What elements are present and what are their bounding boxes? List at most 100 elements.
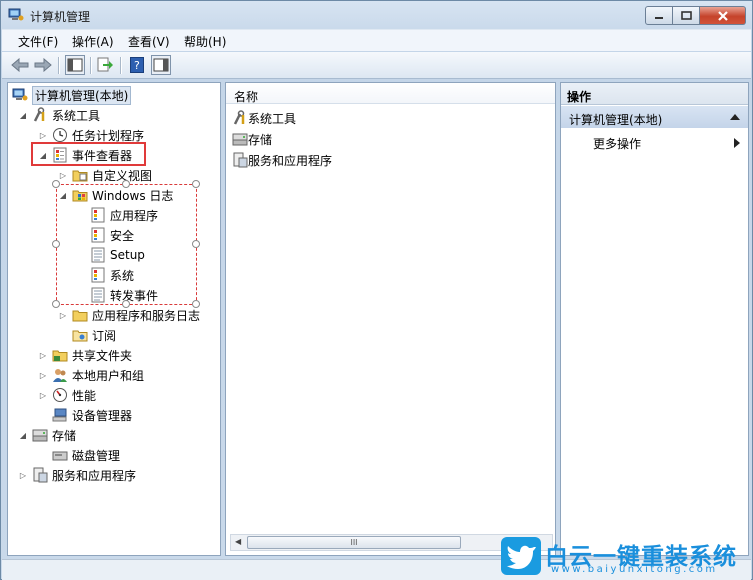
expand-arrow-icon[interactable]: ▷ — [58, 310, 68, 320]
help-icon: ? — [130, 57, 144, 73]
tree-shared-folders[interactable]: 共享文件夹 — [52, 346, 132, 364]
collapse-arrow-icon[interactable]: ◢ — [18, 110, 28, 120]
tree-system-tools-label: 系统工具 — [52, 108, 101, 123]
scrollbar-thumb[interactable]: III — [247, 536, 461, 549]
menu-file[interactable]: 文件(F) — [18, 33, 58, 50]
actions-header-label: 操作 — [567, 90, 592, 104]
tree-subscriptions-label: 订阅 — [92, 328, 117, 343]
resize-handle — [122, 300, 130, 308]
menu-bar: 文件(F) 操作(A) 查看(V) 帮助(H) — [2, 29, 751, 51]
action-pane-icon — [153, 58, 169, 72]
tree-device-manager[interactable]: 设备管理器 — [52, 406, 132, 424]
clock-icon — [52, 127, 68, 143]
window-title: 计算机管理 — [30, 10, 91, 24]
expand-arrow-icon[interactable]: ▷ — [38, 370, 48, 380]
menu-view[interactable]: 查看(V) — [128, 33, 170, 50]
tree-root[interactable]: 计算机管理(本地) — [12, 85, 132, 105]
export-list-button[interactable] — [95, 55, 115, 75]
collapse-arrow-icon[interactable]: ◢ — [18, 430, 28, 440]
folder-icon — [72, 167, 88, 183]
services-apps-icon — [232, 152, 248, 168]
back-arrow-icon — [11, 58, 29, 72]
close-button[interactable] — [700, 6, 746, 25]
windows-logs-selection-box — [56, 184, 197, 305]
list-item[interactable]: 存储 — [232, 130, 272, 148]
shared-folder-icon — [52, 347, 68, 363]
maximize-button[interactable] — [673, 6, 700, 25]
expand-arrow-icon[interactable]: ▷ — [38, 390, 48, 400]
actions-pane: 操作 计算机管理(本地) 更多操作 — [560, 82, 749, 556]
system-tools-icon — [32, 107, 48, 123]
users-icon — [52, 367, 68, 383]
scroll-left-icon[interactable]: ◀ — [235, 537, 241, 546]
help-button[interactable]: ? — [127, 55, 147, 75]
tree-shared-folders-label: 共享文件夹 — [72, 348, 133, 363]
expand-arrow-icon[interactable]: ▷ — [38, 350, 48, 360]
console-tree: 计算机管理(本地) ◢ 系统工具 ▷ 任务计划程序 ◢ 事件查看器 ▷ 自定义视… — [7, 82, 221, 556]
disk-management-icon — [52, 447, 68, 463]
computer-management-icon — [12, 87, 28, 103]
expand-arrow-icon[interactable]: ▷ — [58, 170, 68, 180]
back-button[interactable] — [10, 55, 30, 75]
list-item-label: 系统工具 — [248, 111, 297, 126]
device-manager-icon — [52, 407, 68, 423]
minimize-button[interactable] — [645, 6, 673, 25]
tree-app-service-logs[interactable]: 应用程序和服务日志 — [72, 306, 200, 324]
actions-section[interactable]: 计算机管理(本地) — [561, 106, 748, 128]
actions-section-label: 计算机管理(本地) — [569, 113, 663, 127]
tree-system-tools[interactable]: 系统工具 — [32, 106, 100, 124]
title-bar[interactable]: 计算机管理 — [1, 1, 752, 29]
show-hide-tree-button[interactable] — [65, 55, 85, 75]
tree-subscriptions[interactable]: 订阅 — [72, 326, 116, 344]
tree-storage[interactable]: 存储 — [32, 426, 76, 444]
expand-arrow-icon[interactable]: ▷ — [18, 470, 28, 480]
list-item-label: 存储 — [248, 132, 273, 147]
watermark-logo: 白云一键重装系统 www.baiyunxitong.com — [501, 535, 751, 579]
tree-root-label: 计算机管理(本地) — [32, 85, 132, 105]
submenu-arrow-icon[interactable] — [734, 138, 740, 148]
storage-icon — [32, 427, 48, 443]
more-actions[interactable]: 更多操作 — [593, 135, 641, 152]
subscriptions-icon — [72, 327, 88, 343]
tree-disk-management[interactable]: 磁盘管理 — [52, 446, 120, 464]
forward-arrow-icon — [34, 58, 52, 72]
close-icon — [717, 10, 728, 21]
tree-services-apps[interactable]: 服务和应用程序 — [32, 466, 136, 484]
bird-logo-icon — [501, 537, 541, 575]
column-header-label: 名称 — [234, 90, 259, 104]
tree-task-scheduler-label: 任务计划程序 — [72, 128, 145, 143]
list-item-label: 服务和应用程序 — [248, 153, 333, 168]
watermark-url: www.baiyunxitong.com — [551, 564, 718, 575]
tree-local-users-groups-label: 本地用户和组 — [72, 368, 145, 383]
tree-services-apps-label: 服务和应用程序 — [52, 468, 137, 483]
tree-custom-views[interactable]: 自定义视图 — [72, 166, 152, 184]
show-tree-icon — [67, 58, 83, 72]
export-list-icon — [97, 57, 113, 72]
tree-storage-label: 存储 — [52, 428, 77, 443]
folder-icon — [72, 307, 88, 323]
toolbar: ? — [2, 52, 751, 79]
forward-button[interactable] — [33, 55, 53, 75]
tree-app-service-logs-label: 应用程序和服务日志 — [92, 308, 201, 323]
tree-performance[interactable]: 性能 — [52, 386, 96, 404]
tree-local-users-groups[interactable]: 本地用户和组 — [52, 366, 144, 384]
resize-handle — [192, 240, 200, 248]
list-item[interactable]: 系统工具 — [232, 109, 296, 127]
resize-handle — [52, 180, 60, 188]
expand-arrow-icon[interactable]: ▷ — [38, 130, 48, 140]
collapse-up-icon[interactable] — [730, 113, 740, 120]
event-viewer-highlight — [31, 142, 146, 166]
computer-management-window: 计算机管理 文件(F) 操作(A) 查看(V) 帮助(H) ? 计算机管理(本地… — [0, 0, 753, 580]
system-tools-icon — [232, 110, 248, 126]
resize-handle — [122, 180, 130, 188]
show-action-pane-button[interactable] — [151, 55, 171, 75]
tree-performance-label: 性能 — [72, 388, 97, 403]
list-item[interactable]: 服务和应用程序 — [232, 151, 332, 169]
column-header-name[interactable]: 名称 — [226, 83, 555, 104]
svg-text:?: ? — [134, 59, 140, 72]
menu-help[interactable]: 帮助(H) — [184, 33, 226, 50]
performance-gauge-icon — [52, 387, 68, 403]
services-apps-icon — [32, 467, 48, 483]
computer-management-icon — [8, 8, 24, 21]
menu-action[interactable]: 操作(A) — [72, 33, 114, 50]
